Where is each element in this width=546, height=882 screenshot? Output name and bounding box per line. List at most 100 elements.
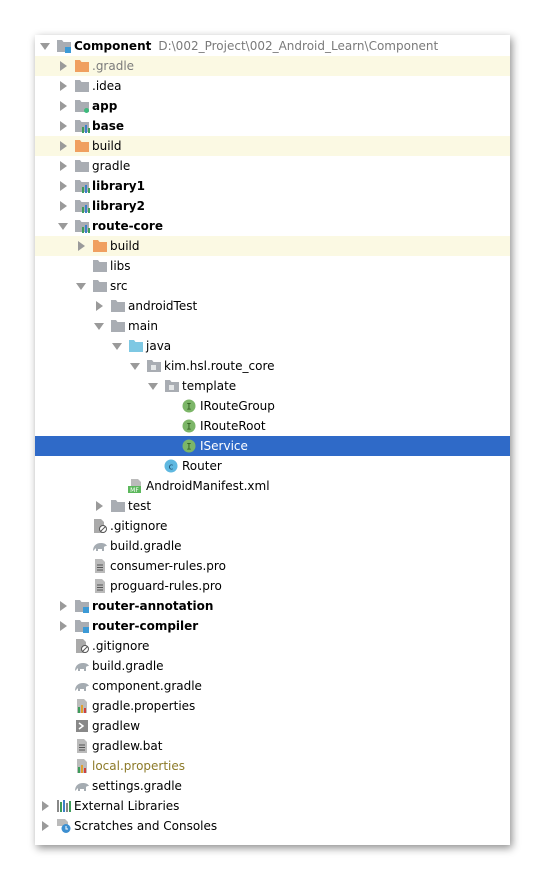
tree-item[interactable]: library1 bbox=[35, 176, 510, 196]
tree-item[interactable]: .gradle bbox=[35, 56, 510, 76]
tree-item-label: template bbox=[182, 379, 237, 393]
tree-item-label: local.properties bbox=[92, 759, 186, 773]
chevron-right-icon[interactable] bbox=[57, 116, 69, 136]
tree-item[interactable]: I IRouteGroup bbox=[35, 396, 510, 416]
chevron-right-icon[interactable] bbox=[39, 816, 51, 836]
tree-item-label: proguard-rules.pro bbox=[110, 579, 222, 593]
tree-item[interactable]: gradle.properties bbox=[35, 696, 510, 716]
ignore-file-icon bbox=[74, 639, 90, 653]
module-folder-icon bbox=[74, 619, 90, 633]
chevron-right-icon[interactable] bbox=[39, 796, 51, 816]
interface-icon: I bbox=[182, 439, 198, 453]
tree-item[interactable]: Scratches and Consoles bbox=[35, 816, 510, 836]
tree-item-label: router-annotation bbox=[92, 599, 214, 613]
chevron-down-icon[interactable] bbox=[39, 36, 51, 56]
tree-item[interactable]: build bbox=[35, 136, 510, 156]
tree-item[interactable]: .idea bbox=[35, 76, 510, 96]
chevron-down-icon[interactable] bbox=[129, 356, 141, 376]
tree-item[interactable]: .gitignore bbox=[35, 516, 510, 536]
tree-item[interactable]: c Router bbox=[35, 456, 510, 476]
svg-text:I: I bbox=[186, 443, 191, 453]
tree-item[interactable]: local.properties bbox=[35, 756, 510, 776]
svg-text:MF: MF bbox=[130, 487, 139, 493]
tree-item-label: Component D:\002_Project\002_Android_Lear… bbox=[74, 39, 439, 53]
tree-item[interactable]: I IRouteRoot bbox=[35, 416, 510, 436]
chevron-down-icon[interactable] bbox=[111, 336, 123, 356]
tree-item[interactable]: androidTest bbox=[35, 296, 510, 316]
chevron-right-icon[interactable] bbox=[57, 56, 69, 76]
folder-icon bbox=[92, 279, 108, 293]
chevron-right-icon[interactable] bbox=[57, 196, 69, 216]
tree-item[interactable]: I IService bbox=[35, 436, 510, 456]
tree-item[interactable]: build.gradle bbox=[35, 656, 510, 676]
chevron-down-icon[interactable] bbox=[75, 276, 87, 296]
tree-item[interactable]: library2 bbox=[35, 196, 510, 216]
tree-item[interactable]: MF AndroidManifest.xml bbox=[35, 476, 510, 496]
tree-item[interactable]: main bbox=[35, 316, 510, 336]
tree-item[interactable]: External Libraries bbox=[35, 796, 510, 816]
tree-item[interactable]: router-annotation bbox=[35, 596, 510, 616]
package-icon bbox=[164, 379, 180, 393]
tree-item-label: AndroidManifest.xml bbox=[146, 479, 270, 493]
gradle-icon bbox=[74, 779, 90, 793]
tree-item[interactable]: settings.gradle bbox=[35, 776, 510, 796]
tree-item-label: build bbox=[92, 139, 122, 153]
tree-item-label: IService bbox=[200, 439, 248, 453]
chevron-down-icon[interactable] bbox=[147, 376, 159, 396]
tree-item[interactable]: template bbox=[35, 376, 510, 396]
tree-item[interactable]: route-core bbox=[35, 216, 510, 236]
tree-item-label: src bbox=[110, 279, 128, 293]
chevron-right-icon[interactable] bbox=[57, 596, 69, 616]
tree-item[interactable]: java bbox=[35, 336, 510, 356]
interface-icon: I bbox=[182, 419, 198, 433]
tree-item[interactable]: router-compiler bbox=[35, 616, 510, 636]
chevron-down-icon[interactable] bbox=[93, 316, 105, 336]
tree-item[interactable]: gradle bbox=[35, 156, 510, 176]
tree-item-label: app bbox=[92, 99, 118, 113]
tree-item-label: gradle.properties bbox=[92, 699, 196, 713]
chevron-down-icon[interactable] bbox=[57, 216, 69, 236]
tree-item[interactable]: libs bbox=[35, 256, 510, 276]
chevron-right-icon[interactable] bbox=[57, 156, 69, 176]
chevron-right-icon[interactable] bbox=[57, 616, 69, 636]
tree-item[interactable]: test bbox=[35, 496, 510, 516]
library-module-icon bbox=[74, 119, 90, 133]
tree-item-label: androidTest bbox=[128, 299, 198, 313]
tree-item-label: gradle bbox=[92, 159, 131, 173]
package-icon bbox=[146, 359, 162, 373]
folder-icon bbox=[110, 499, 126, 513]
tree-item[interactable]: proguard-rules.pro bbox=[35, 576, 510, 596]
tree-item[interactable]: kim.hsl.route_core bbox=[35, 356, 510, 376]
tree-item[interactable]: src bbox=[35, 276, 510, 296]
tree-item[interactable]: build.gradle bbox=[35, 536, 510, 556]
chevron-right-icon[interactable] bbox=[57, 96, 69, 116]
tree-item[interactable]: component.gradle bbox=[35, 676, 510, 696]
chevron-right-icon[interactable] bbox=[57, 136, 69, 156]
shell-script-icon bbox=[74, 719, 90, 733]
tree-item-label: libs bbox=[110, 259, 131, 273]
tree-item-label: gradlew bbox=[92, 719, 141, 733]
tree-item[interactable]: app bbox=[35, 96, 510, 116]
tree-item-label: .idea bbox=[92, 79, 122, 93]
tree-item-label: router-compiler bbox=[92, 619, 199, 633]
chevron-right-icon[interactable] bbox=[93, 296, 105, 316]
tree-item-label: build.gradle bbox=[92, 659, 164, 673]
chevron-right-icon[interactable] bbox=[93, 496, 105, 516]
library-module-icon bbox=[74, 219, 90, 233]
tree-item[interactable]: gradlew bbox=[35, 716, 510, 736]
tree-item[interactable]: Component D:\002_Project\002_Android_Lear… bbox=[35, 36, 510, 56]
tree-item-label: .gitignore bbox=[92, 639, 150, 653]
tree-item[interactable]: consumer-rules.pro bbox=[35, 556, 510, 576]
tree-item[interactable]: base bbox=[35, 116, 510, 136]
tree-item[interactable]: gradlew.bat bbox=[35, 736, 510, 756]
excluded-folder-icon bbox=[74, 59, 90, 73]
chevron-right-icon[interactable] bbox=[57, 76, 69, 96]
tree-item[interactable]: build bbox=[35, 236, 510, 256]
app-module-icon bbox=[74, 99, 90, 113]
manifest-icon: MF bbox=[128, 479, 144, 494]
tree-item[interactable]: .gitignore bbox=[35, 636, 510, 656]
chevron-right-icon[interactable] bbox=[75, 236, 87, 256]
tree-item-label: library1 bbox=[92, 179, 145, 193]
properties-icon bbox=[74, 759, 90, 773]
chevron-right-icon[interactable] bbox=[57, 176, 69, 196]
